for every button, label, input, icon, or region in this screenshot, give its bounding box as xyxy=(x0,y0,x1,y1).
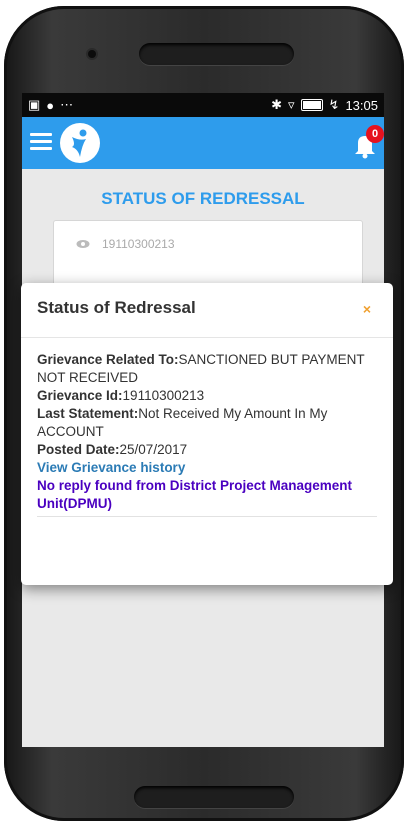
modal-header: Status of Redressal × xyxy=(21,283,393,338)
clock: 13:05 xyxy=(345,97,378,113)
view-grievance-history-link[interactable]: View Grievance history xyxy=(37,459,377,477)
posted-date-value: 25/07/2017 xyxy=(119,442,188,457)
wifi-icon: ▿ xyxy=(288,97,295,112)
cat-icon: ● xyxy=(46,97,55,113)
grievance-id-row: Grievance Id:19110300213 xyxy=(37,387,377,405)
grievance-id-label: Grievance Id: xyxy=(37,388,123,403)
modal-title: Status of Redressal xyxy=(37,298,196,317)
status-bar: ▣ ● ⋯ ✱ ▿ ↯ 13:05 xyxy=(22,93,384,117)
grievance-related-row: Grievance Related To:SANCTIONED BUT PAYM… xyxy=(37,351,377,387)
last-statement-row: Last Statement:Not Received My Amount In… xyxy=(37,405,377,441)
more-dots-icon: ⋯ xyxy=(60,97,74,112)
bottom-speaker xyxy=(134,786,294,808)
close-icon[interactable]: × xyxy=(363,301,371,317)
divider xyxy=(37,516,377,517)
image-icon: ▣ xyxy=(28,97,41,112)
last-statement-label: Last Statement: xyxy=(37,406,139,421)
posted-date-label: Posted Date: xyxy=(37,442,120,457)
grievance-related-label: Grievance Related To: xyxy=(37,352,179,367)
status-modal: Status of Redressal × Grievance Related … xyxy=(21,283,393,585)
eye-icon xyxy=(76,240,90,248)
grievance-card[interactable]: 19110300213 xyxy=(53,220,363,292)
posted-date-row: Posted Date:25/07/2017 xyxy=(37,441,377,459)
charging-icon: ↯ xyxy=(328,97,340,112)
battery-icon xyxy=(300,99,323,111)
grievance-id-value: 19110300213 xyxy=(122,388,205,403)
page-title: STATUS OF REDRESSAL xyxy=(101,189,305,208)
app-bar: 0 xyxy=(22,117,384,169)
reply-status-text: No reply found from District Project Man… xyxy=(37,478,353,511)
menu-icon[interactable] xyxy=(30,133,52,151)
notification-badge: 0 xyxy=(366,125,384,143)
front-camera xyxy=(88,50,96,58)
modal-body: Grievance Related To:SANCTIONED BUT PAYM… xyxy=(37,351,377,517)
app-logo xyxy=(60,123,100,163)
bluetooth-icon: ✱ xyxy=(271,97,283,112)
earpiece-speaker xyxy=(139,43,294,65)
grievance-id-text: 19110300213 xyxy=(102,237,175,251)
